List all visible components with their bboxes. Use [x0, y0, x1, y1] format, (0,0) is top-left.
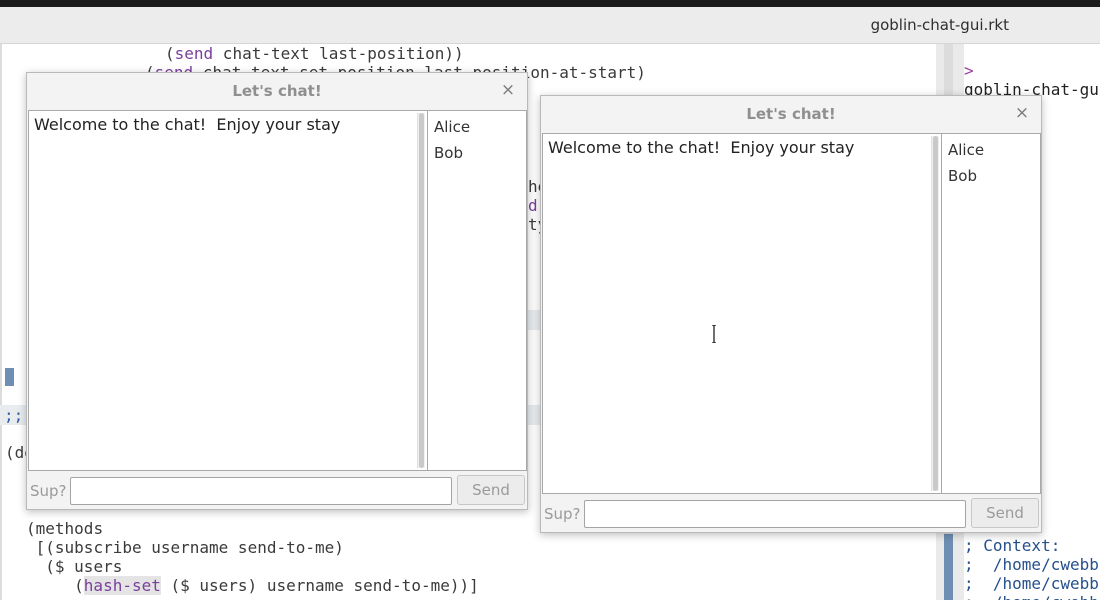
- chat-log[interactable]: Welcome to the chat! Enjoy your stay: [28, 110, 428, 471]
- chat-window-2: Let's chat! × Welcome to the chat! Enjoy…: [540, 95, 1042, 533]
- user-list-item[interactable]: Bob: [948, 167, 977, 185]
- chat-message: Welcome to the chat! Enjoy your stay: [548, 138, 855, 157]
- close-icon[interactable]: ×: [1013, 104, 1031, 122]
- user-list-item[interactable]: Alice: [948, 141, 984, 159]
- editor-gutter: [0, 44, 2, 600]
- splitter-marker: [944, 534, 953, 600]
- chat-log-scrollbar[interactable]: [417, 113, 425, 468]
- user-list[interactable]: Alice Bob: [427, 110, 527, 471]
- comment-fragment: ;;: [4, 406, 24, 425]
- editor-title: goblin-chat-gui.rkt: [870, 16, 1009, 34]
- text-cursor-icon: [712, 325, 716, 343]
- message-input-label: Sup?: [30, 482, 67, 500]
- code-line: (hash-set ($ users) username send-to-me)…: [26, 576, 479, 595]
- breakpoint-marker: [5, 368, 14, 386]
- editor-title-bar: goblin-chat-gui.rkt: [0, 7, 1100, 44]
- message-input-label: Sup?: [544, 505, 581, 523]
- repl-line: ; Context:: [964, 536, 1061, 555]
- repl-line: ; /home/cwebb: [964, 574, 1099, 593]
- code-line: [(subscribe username send-to-me): [26, 538, 344, 557]
- code-line: (methods: [26, 519, 104, 538]
- message-input[interactable]: [70, 477, 452, 505]
- code-fragment: d: [528, 196, 538, 215]
- window-title: Let's chat!: [232, 82, 322, 100]
- repl-prompt: >: [964, 61, 974, 80]
- close-icon[interactable]: ×: [499, 81, 517, 99]
- chat-log[interactable]: Welcome to the chat! Enjoy your stay: [542, 133, 942, 494]
- send-button[interactable]: Send: [457, 475, 525, 505]
- scrollbar-thumb[interactable]: [419, 113, 424, 468]
- scrollbar-thumb[interactable]: [933, 136, 938, 491]
- chat-window-1: Let's chat! × Welcome to the chat! Enjoy…: [26, 72, 528, 510]
- chat-message: Welcome to the chat! Enjoy your stay: [34, 115, 341, 134]
- repl-line: ; /home/cwebb: [964, 593, 1099, 600]
- chat-log-scrollbar[interactable]: [931, 136, 939, 491]
- message-input[interactable]: [584, 500, 966, 528]
- window-title: Let's chat!: [746, 105, 836, 123]
- repl-line: ; /home/cwebb: [964, 555, 1099, 574]
- code-line: (send chat-text last-position)): [165, 44, 464, 63]
- user-list-item[interactable]: Bob: [434, 144, 463, 162]
- top-panel-strip: [0, 0, 1100, 7]
- user-list[interactable]: Alice Bob: [941, 133, 1041, 494]
- code-line: ($ users: [26, 557, 123, 576]
- user-list-item[interactable]: Alice: [434, 118, 470, 136]
- send-button[interactable]: Send: [971, 498, 1039, 528]
